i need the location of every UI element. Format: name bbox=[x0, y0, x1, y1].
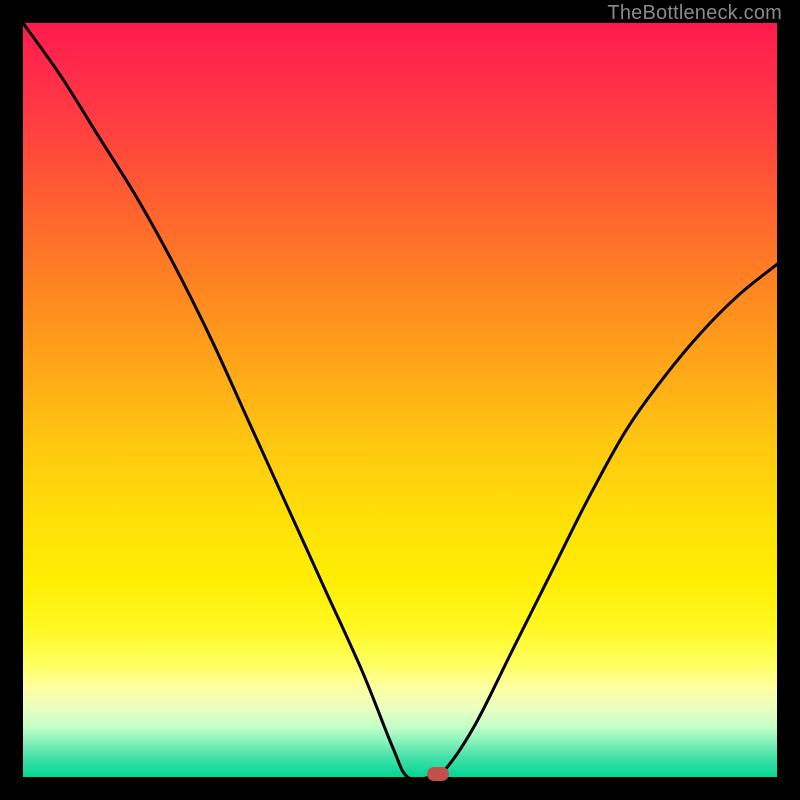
bottleneck-curve bbox=[23, 23, 777, 777]
optimal-marker bbox=[427, 767, 449, 781]
chart-container: TheBottleneck.com bbox=[0, 0, 800, 800]
watermark-text: TheBottleneck.com bbox=[607, 2, 782, 25]
plot-area bbox=[23, 23, 777, 777]
